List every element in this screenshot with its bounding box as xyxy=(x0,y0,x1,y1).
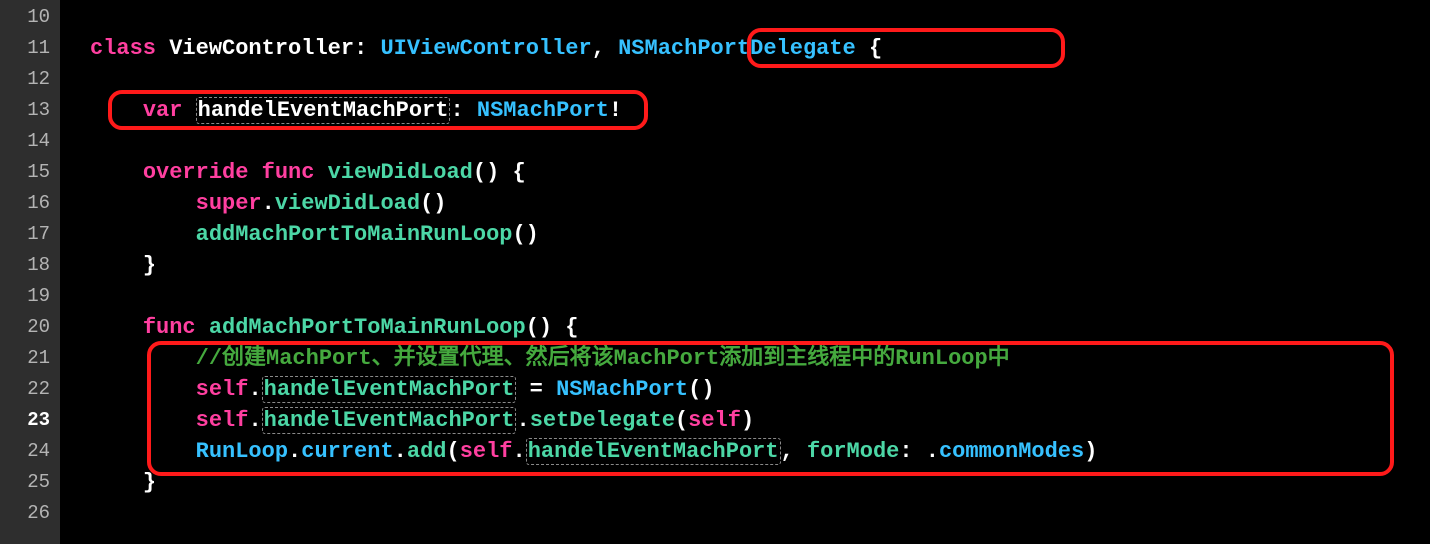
code-line[interactable]: super.viewDidLoad() xyxy=(90,188,1430,219)
dot: . xyxy=(516,408,529,433)
type-uiviewcontroller: UIViewController xyxy=(380,36,591,61)
line-number: 23 xyxy=(0,405,50,436)
property-handelEventMachPort: handelEventMachPort xyxy=(526,438,781,465)
colon: : xyxy=(899,439,912,464)
keyword-self: self xyxy=(688,408,741,433)
code-line[interactable]: addMachPortToMainRunLoop() xyxy=(90,219,1430,250)
parens: () xyxy=(473,160,499,185)
brace: { xyxy=(565,315,578,340)
type-nsmachport: NSMachPort xyxy=(477,98,609,123)
property-handelEventMachPort: handelEventMachPort xyxy=(262,376,517,403)
code-editor: 10 11 12 13 14 15 16 17 18 19 20 21 22 2… xyxy=(0,0,1430,544)
call-setDelegate: setDelegate xyxy=(530,408,675,433)
lparen: ( xyxy=(446,439,459,464)
dot: . xyxy=(513,439,526,464)
brace: { xyxy=(869,36,882,61)
code-line[interactable]: self.handelEventMachPort.setDelegate(sel… xyxy=(90,405,1430,436)
keyword-self: self xyxy=(196,408,249,433)
code-line[interactable]: self.handelEventMachPort = NSMachPort() xyxy=(90,374,1430,405)
code-line[interactable]: func addMachPortToMainRunLoop() { xyxy=(90,312,1430,343)
brace: { xyxy=(513,160,526,185)
keyword-override: override xyxy=(143,160,249,185)
dot: . xyxy=(262,191,275,216)
brace: } xyxy=(143,470,156,495)
line-number: 16 xyxy=(0,188,50,219)
rparen: ) xyxy=(1084,439,1097,464)
keyword-class: class xyxy=(90,36,156,61)
lparen: ( xyxy=(675,408,688,433)
parens: () xyxy=(420,191,446,216)
dot: . xyxy=(248,377,261,402)
prop-current: current xyxy=(301,439,393,464)
class-name: ViewController xyxy=(169,36,354,61)
enum-commonModes: commonModes xyxy=(939,439,1084,464)
parens: () xyxy=(512,222,538,247)
keyword-func: func xyxy=(143,315,196,340)
func-viewDidLoad: viewDidLoad xyxy=(328,160,473,185)
code-line[interactable]: var handelEventMachPort: NSMachPort! xyxy=(90,95,1430,126)
code-line[interactable]: } xyxy=(90,467,1430,498)
gutter: 10 11 12 13 14 15 16 17 18 19 20 21 22 2… xyxy=(0,0,60,544)
code-line[interactable]: class ViewController: UIViewController, … xyxy=(90,33,1430,64)
line-number: 25 xyxy=(0,467,50,498)
comment: //创建MachPort、并设置代理、然后将该MachPort添加到主线程中的R… xyxy=(196,346,1010,371)
code-line[interactable] xyxy=(90,64,1430,95)
line-number: 11 xyxy=(0,33,50,64)
comma: , xyxy=(592,36,605,61)
keyword-func: func xyxy=(262,160,315,185)
dot: . xyxy=(248,408,261,433)
bang: ! xyxy=(609,98,622,123)
code-area[interactable]: class ViewController: UIViewController, … xyxy=(60,0,1430,544)
arg-forMode: forMode xyxy=(807,439,899,464)
call-addMachPortToMainRunLoop: addMachPortToMainRunLoop xyxy=(196,222,513,247)
comma: , xyxy=(781,439,794,464)
dot: . xyxy=(926,439,939,464)
line-number: 15 xyxy=(0,157,50,188)
type-runloop: RunLoop xyxy=(196,439,288,464)
call-add: add xyxy=(407,439,447,464)
property-handelEventMachPort: handelEventMachPort xyxy=(262,407,517,434)
line-number: 26 xyxy=(0,498,50,529)
brace: } xyxy=(143,253,156,278)
property-handelEventMachPort: handelEventMachPort xyxy=(196,97,451,124)
code-line[interactable] xyxy=(90,2,1430,33)
colon: : xyxy=(450,98,463,123)
code-line[interactable]: RunLoop.current.add(self.handelEventMach… xyxy=(90,436,1430,467)
line-number: 10 xyxy=(0,2,50,33)
func-addMachPortToMainRunLoop: addMachPortToMainRunLoop xyxy=(209,315,526,340)
line-number: 12 xyxy=(0,64,50,95)
call-viewDidLoad: viewDidLoad xyxy=(275,191,420,216)
line-number: 13 xyxy=(0,95,50,126)
keyword-super: super xyxy=(196,191,262,216)
line-number: 18 xyxy=(0,250,50,281)
line-number: 20 xyxy=(0,312,50,343)
parens: () xyxy=(688,377,714,402)
line-number: 24 xyxy=(0,436,50,467)
colon: : xyxy=(354,36,367,61)
dot: . xyxy=(394,439,407,464)
keyword-var: var xyxy=(143,98,183,123)
eq: = xyxy=(516,377,556,402)
keyword-self: self xyxy=(460,439,513,464)
line-number: 14 xyxy=(0,126,50,157)
code-line[interactable] xyxy=(90,281,1430,312)
line-number: 21 xyxy=(0,343,50,374)
code-line[interactable]: override func viewDidLoad() { xyxy=(90,157,1430,188)
parens: () xyxy=(526,315,552,340)
code-line[interactable]: //创建MachPort、并设置代理、然后将该MachPort添加到主线程中的R… xyxy=(90,343,1430,374)
type-nsmachport: NSMachPort xyxy=(556,377,688,402)
dot: . xyxy=(288,439,301,464)
line-number: 22 xyxy=(0,374,50,405)
code-line[interactable]: } xyxy=(90,250,1430,281)
type-nsmachportdelegate: NSMachPortDelegate xyxy=(618,36,856,61)
rparen: ) xyxy=(741,408,754,433)
line-number: 19 xyxy=(0,281,50,312)
code-line[interactable] xyxy=(90,498,1430,529)
keyword-self: self xyxy=(196,377,249,402)
line-number: 17 xyxy=(0,219,50,250)
code-line[interactable] xyxy=(90,126,1430,157)
